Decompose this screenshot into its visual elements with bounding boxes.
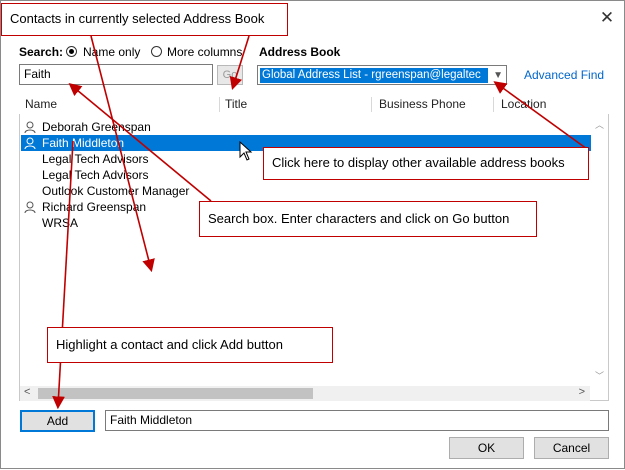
- callout-add-button: Highlight a contact and click Add button: [47, 327, 333, 363]
- callout-search-box: Search box. Enter characters and click o…: [199, 201, 537, 237]
- address-book-dialog: ✕ Search: Name only More columns Address…: [0, 0, 625, 469]
- callout-address-book-dropdown: Click here to display other available ad…: [263, 147, 589, 180]
- callout-address-book-contacts: Contacts in currently selected Address B…: [1, 3, 288, 36]
